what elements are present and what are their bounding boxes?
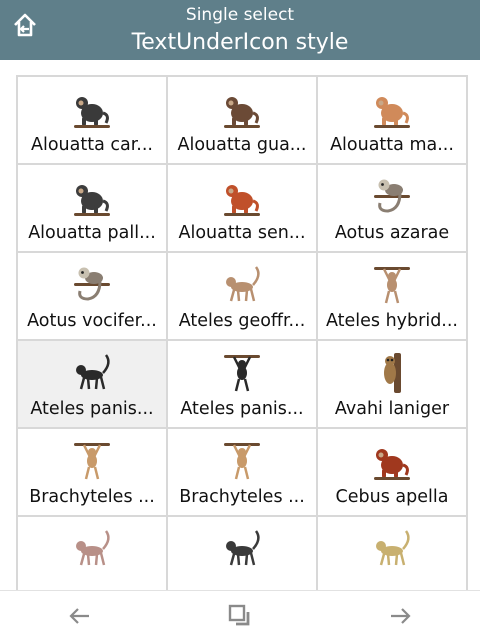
grid-item-label: Avahi laniger <box>334 399 450 419</box>
tan-monkey-hanging-icon <box>220 439 264 483</box>
tan-monkey-hanging-icon <box>70 439 114 483</box>
grid-item[interactable]: Ateles panis... <box>18 341 166 427</box>
grid-item[interactable] <box>18 517 166 590</box>
black-monkey-climbing-icon <box>70 351 114 395</box>
grid-item-label: Ateles geoffr... <box>178 311 306 331</box>
grid-item-label: Alouatta ma... <box>330 135 454 155</box>
copy-icon <box>228 604 250 626</box>
grid-item-label: Cebus apella <box>335 487 449 507</box>
grey-monkey-walking-icon <box>70 527 114 571</box>
black-monkey-walking-icon <box>220 527 264 571</box>
grid-item-label: Ateles panis... <box>180 399 304 419</box>
grid-item-label: Aotus vocifer... <box>27 311 157 331</box>
brown-monkey-sitting-icon <box>220 87 264 131</box>
grid-item-label: Alouatta car... <box>31 135 153 155</box>
grid-item[interactable]: Ateles geoffr... <box>168 253 316 339</box>
lemur-on-trunk-icon <box>370 351 414 395</box>
grid-item-label: Aotus azarae <box>334 223 450 243</box>
grid-item[interactable]: Brachyteles ... <box>168 429 316 515</box>
grid-item-label: Ateles hybrid... <box>325 311 458 331</box>
grid-item-label: Brachyteles ... <box>29 487 155 507</box>
grid-item[interactable]: Alouatta car... <box>18 77 166 163</box>
grid-item-label: Brachyteles ... <box>179 487 305 507</box>
dark-monkey-sitting-icon <box>70 175 114 219</box>
grid-item[interactable]: Avahi laniger <box>318 341 466 427</box>
grid-item-label: Ateles panis... <box>30 399 154 419</box>
style-title: TextUnderIcon style <box>131 30 349 55</box>
grid-item[interactable]: Ateles panis... <box>168 341 316 427</box>
grid-item[interactable]: Alouatta gua... <box>168 77 316 163</box>
grid-item-label: Alouatta sen... <box>178 223 306 243</box>
grid-item[interactable]: Ateles hybrid... <box>318 253 466 339</box>
grid-item[interactable] <box>168 517 316 590</box>
copy-button[interactable] <box>220 599 260 633</box>
grey-monkey-branch-icon <box>70 263 114 307</box>
previous-button[interactable] <box>60 599 100 633</box>
grid-item-label: Alouatta gua... <box>177 135 307 155</box>
grid-item-label: Alouatta pall... <box>28 223 156 243</box>
tan-monkey-sitting-icon <box>370 87 414 131</box>
grid-item[interactable]: Cebus apella <box>318 429 466 515</box>
item-grid: Alouatta car... Alouatta gua... Alouatta m… <box>16 75 468 590</box>
tan-monkey-hanging-icon <box>370 263 414 307</box>
grey-monkey-branch-icon <box>370 175 414 219</box>
arrow-right-icon <box>391 608 411 624</box>
grid-item[interactable]: Brachyteles ... <box>18 429 166 515</box>
header-bar: Single select TextUnderIcon style <box>0 0 480 60</box>
footer-bar <box>0 590 480 641</box>
grid-item[interactable]: Alouatta pall... <box>18 165 166 251</box>
tan-monkey-walking-icon <box>220 263 264 307</box>
black-monkey-hanging-icon <box>220 351 264 395</box>
red-monkey-sitting-icon <box>220 175 264 219</box>
arrow-left-icon <box>69 608 89 624</box>
grid-scroll-area[interactable]: Alouatta car... Alouatta gua... Alouatta m… <box>0 60 480 590</box>
grid-item[interactable]: Alouatta ma... <box>318 77 466 163</box>
select-mode-title: Single select <box>185 5 295 25</box>
grid-item[interactable]: Alouatta sen... <box>168 165 316 251</box>
capuchin-sitting-icon <box>370 439 414 483</box>
next-button[interactable] <box>380 599 420 633</box>
grid-item[interactable]: Aotus vocifer... <box>18 253 166 339</box>
yellow-monkey-walking-icon <box>370 527 414 571</box>
grid-item[interactable] <box>318 517 466 590</box>
grid-item[interactable]: Aotus azarae <box>318 165 466 251</box>
dark-monkey-sitting-icon <box>70 87 114 131</box>
